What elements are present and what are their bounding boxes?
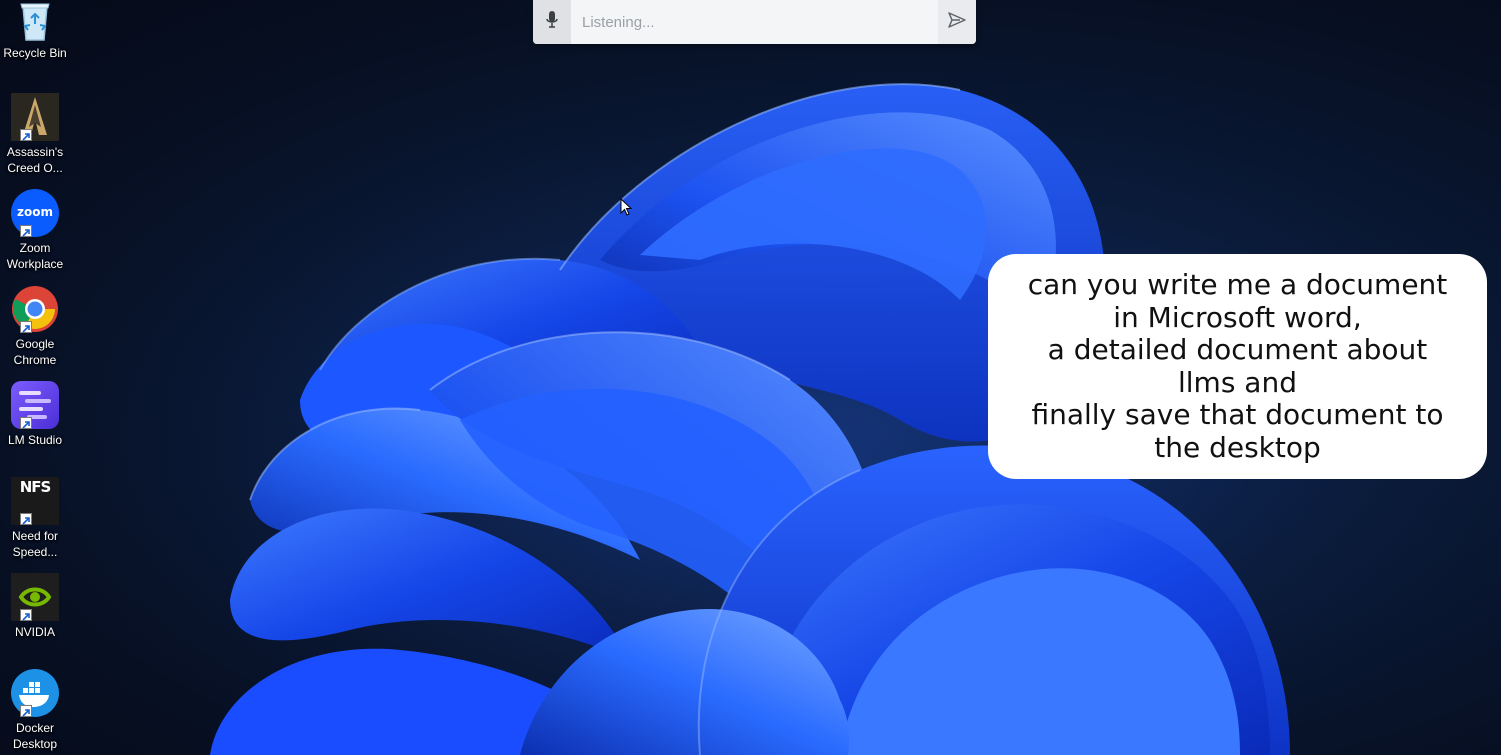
nfs-logo-text: NFS <box>19 478 52 496</box>
shortcut-arrow-icon <box>20 705 32 717</box>
desktop-icon-need-for-speed[interactable]: NFS Need for Speed... <box>2 477 68 560</box>
desktop-icon-zoom[interactable]: zoom Zoom Workplace <box>2 189 68 272</box>
shortcut-arrow-icon <box>20 417 32 429</box>
shortcut-arrow-icon <box>20 513 32 525</box>
shortcut-arrow-icon <box>20 321 32 333</box>
microphone-button[interactable] <box>533 0 571 44</box>
shortcut-arrow-icon <box>20 225 32 237</box>
chrome-icon <box>11 285 59 333</box>
desktop-icon-label: NVIDIA <box>14 625 55 639</box>
send-button[interactable] <box>938 0 976 44</box>
shortcut-arrow-icon <box>20 129 32 141</box>
microphone-icon <box>546 10 558 34</box>
voice-input-bar <box>533 0 976 44</box>
docker-icon <box>11 669 59 717</box>
desktop-icon-nvidia[interactable]: NVIDIA <box>2 573 68 640</box>
mouse-cursor-icon <box>620 197 633 221</box>
desktop-icon-lm-studio[interactable]: LM Studio <box>2 381 68 448</box>
voice-input-field[interactable] <box>571 0 938 44</box>
desktop-icon-recycle-bin[interactable]: Recycle Bin <box>2 0 68 61</box>
nvidia-icon <box>11 573 59 621</box>
assassins-creed-icon <box>11 93 59 141</box>
lm-studio-icon <box>11 381 59 429</box>
desktop-icon-label: Assassin's Creed O... <box>6 145 64 175</box>
need-for-speed-icon: NFS <box>11 477 59 525</box>
desktop-icon-label: LM Studio <box>7 433 63 447</box>
desktop-icon-docker[interactable]: Docker Desktop <box>2 669 68 752</box>
recycle-bin-icon <box>11 0 59 42</box>
caption-bubble: can you write me a document in Microsoft… <box>988 254 1487 479</box>
zoom-logo-text: zoom <box>17 205 53 219</box>
desktop-icon-label: Zoom Workplace <box>6 241 64 271</box>
desktop: Recycle Bin Assassin's Creed O... zoom Z… <box>0 0 1501 755</box>
desktop-icon-label: Google Chrome <box>13 337 57 367</box>
shortcut-arrow-icon <box>20 609 32 621</box>
send-icon <box>948 11 966 33</box>
desktop-icon-google-chrome[interactable]: Google Chrome <box>2 285 68 368</box>
desktop-icon-label: Recycle Bin <box>3 46 67 60</box>
desktop-icon-assassins-creed[interactable]: Assassin's Creed O... <box>2 93 68 176</box>
zoom-icon: zoom <box>11 189 59 237</box>
desktop-icon-label: Need for Speed... <box>11 529 59 559</box>
desktop-icon-label: Docker Desktop <box>12 721 58 751</box>
